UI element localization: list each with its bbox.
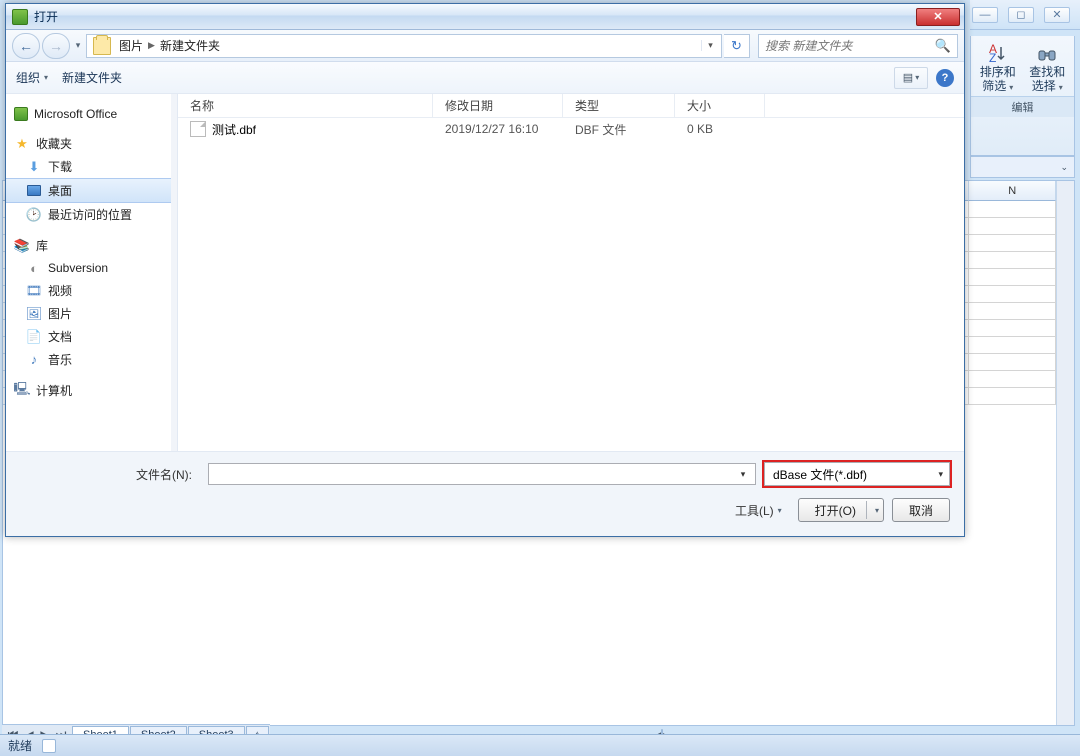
close-button[interactable]: ✕ bbox=[1044, 7, 1070, 23]
cancel-button[interactable]: 取消 bbox=[892, 498, 950, 522]
file-size: 0 KB bbox=[675, 122, 765, 136]
recent-icon: 🕑 bbox=[26, 207, 42, 223]
chevron-right-icon[interactable]: ▶ bbox=[147, 40, 156, 51]
nav-computer[interactable]: 🖳计算机 bbox=[6, 379, 177, 402]
sort-label-1: 排序和 bbox=[980, 65, 1016, 79]
minimize-button[interactable]: — bbox=[972, 7, 998, 23]
tools-button[interactable]: 工具(L) ▾ bbox=[735, 502, 782, 519]
sort-icon: AZ bbox=[986, 42, 1010, 66]
address-dropdown[interactable]: ▾ bbox=[701, 40, 719, 51]
nav-recent[interactable]: 🕑最近访问的位置 bbox=[6, 203, 177, 226]
filename-dropdown[interactable]: ▾ bbox=[735, 469, 751, 480]
ms-office-icon bbox=[14, 107, 28, 121]
col-type[interactable]: 类型 bbox=[563, 94, 675, 117]
dialog-help-icon[interactable]: ? bbox=[936, 69, 954, 87]
dialog-close-button[interactable]: ✕ bbox=[916, 8, 960, 26]
nav-documents[interactable]: 📄文档 bbox=[6, 325, 177, 348]
nav-ms-office[interactable]: Microsoft Office bbox=[6, 104, 177, 124]
breadcrumb-2[interactable]: 新建文件夹 bbox=[156, 37, 224, 54]
dialog-footer: 文件名(N): ▾ dBase 文件(*.dbf) ▾ 工具(L) ▾ 打开(O… bbox=[6, 451, 964, 536]
col-name[interactable]: 名称 bbox=[178, 94, 433, 117]
file-row[interactable]: 测试.dbf 2019/12/27 16:10 DBF 文件 0 KB bbox=[178, 118, 964, 140]
nav-videos[interactable]: 🎞视频 bbox=[6, 279, 177, 302]
video-icon: 🎞 bbox=[26, 283, 42, 299]
star-icon: ★ bbox=[14, 136, 30, 152]
dialog-titlebar[interactable]: 打开 ✕ bbox=[6, 4, 964, 30]
open-dialog: 打开 ✕ ← → ▾ 图片 ▶ 新建文件夹 ▾ ↻ 🔍 组织 ▾ 新建文件夹 ▤… bbox=[5, 3, 965, 537]
folder-icon bbox=[93, 37, 111, 55]
excel-icon bbox=[12, 9, 28, 25]
nav-downloads[interactable]: ⬇下载 bbox=[6, 155, 177, 178]
file-type: DBF 文件 bbox=[563, 121, 675, 138]
sort-filter-button[interactable]: AZ 排序和筛选 ▾ bbox=[975, 42, 1020, 94]
nav-music[interactable]: ♪音乐 bbox=[6, 348, 177, 371]
filter-text: dBase 文件(*.dbf) bbox=[773, 466, 867, 483]
file-list-header[interactable]: 名称 修改日期 类型 大小 bbox=[178, 94, 964, 118]
ribbon-group-label: 编辑 bbox=[971, 96, 1074, 117]
picture-icon: 🖼 bbox=[26, 306, 42, 322]
filename-label: 文件名(N): bbox=[20, 466, 200, 483]
file-icon bbox=[190, 121, 206, 137]
file-name: 测试.dbf bbox=[212, 121, 256, 138]
nav-back-button[interactable]: ← bbox=[12, 33, 40, 59]
restore-button[interactable]: ◻ bbox=[1008, 7, 1034, 23]
ribbon-editing-group: AZ 排序和筛选 ▾ 查找和选择 ▾ 编辑 bbox=[970, 36, 1075, 156]
status-bar: 就绪 bbox=[0, 734, 1080, 756]
dialog-title: 打开 bbox=[34, 8, 916, 25]
download-icon: ⬇ bbox=[26, 159, 42, 175]
svn-icon: ◐ bbox=[26, 260, 42, 276]
search-box[interactable]: 🔍 bbox=[758, 34, 958, 58]
address-bar[interactable]: 图片 ▶ 新建文件夹 ▾ bbox=[86, 34, 722, 58]
computer-icon: 🖳 bbox=[14, 383, 30, 399]
nav-desktop[interactable]: 桌面 bbox=[6, 178, 177, 203]
chevron-down-icon: ▾ bbox=[938, 469, 943, 480]
desktop-icon bbox=[26, 183, 42, 199]
nav-favorites[interactable]: ★收藏夹 bbox=[6, 132, 177, 155]
nav-pictures[interactable]: 🖼图片 bbox=[6, 302, 177, 325]
col-date[interactable]: 修改日期 bbox=[433, 94, 563, 117]
nav-history-dropdown[interactable]: ▾ bbox=[72, 40, 84, 51]
nav-pane-scrollbar[interactable] bbox=[171, 94, 177, 451]
music-icon: ♪ bbox=[26, 352, 42, 368]
view-mode-button[interactable]: ▤ ▾ bbox=[894, 67, 928, 89]
sort-label-2: 筛选 bbox=[982, 79, 1006, 93]
nav-libraries[interactable]: 📚库 bbox=[6, 234, 177, 257]
svg-text:Z: Z bbox=[989, 51, 996, 65]
find-label-1: 查找和 bbox=[1029, 65, 1065, 79]
open-button[interactable]: 打开(O)▾ bbox=[798, 498, 884, 522]
refresh-button[interactable]: ↻ bbox=[724, 34, 750, 58]
library-icon: 📚 bbox=[14, 238, 30, 254]
nav-forward-button[interactable]: → bbox=[42, 33, 70, 59]
document-icon: 📄 bbox=[26, 329, 42, 345]
status-text: 就绪 bbox=[8, 737, 32, 754]
vertical-scrollbar[interactable] bbox=[1056, 181, 1074, 725]
file-list-pane: 名称 修改日期 类型 大小 测试.dbf 2019/12/27 16:10 DB… bbox=[178, 94, 964, 451]
search-icon: 🔍 bbox=[935, 38, 951, 54]
breadcrumb-1[interactable]: 图片 bbox=[115, 37, 147, 54]
dialog-nav-bar: ← → ▾ 图片 ▶ 新建文件夹 ▾ ↻ 🔍 bbox=[6, 30, 964, 62]
excel-titlebar: — ◻ ✕ bbox=[970, 0, 1080, 30]
search-input[interactable] bbox=[765, 39, 935, 53]
filename-input[interactable]: ▾ bbox=[208, 463, 756, 485]
dialog-toolbar: 组织 ▾ 新建文件夹 ▤ ▾ ? bbox=[6, 62, 964, 94]
macro-record-icon[interactable] bbox=[42, 739, 56, 753]
binoculars-icon bbox=[1035, 42, 1059, 66]
col-size[interactable]: 大小 bbox=[675, 94, 765, 117]
new-folder-button[interactable]: 新建文件夹 bbox=[62, 69, 122, 86]
find-label-2: 选择 bbox=[1032, 79, 1056, 93]
formula-bar-stub: ⌄ bbox=[970, 156, 1075, 178]
find-select-button[interactable]: 查找和选择 ▾ bbox=[1025, 42, 1070, 94]
file-type-filter[interactable]: dBase 文件(*.dbf) ▾ bbox=[764, 462, 950, 486]
file-list[interactable]: 测试.dbf 2019/12/27 16:10 DBF 文件 0 KB bbox=[178, 118, 964, 451]
file-date: 2019/12/27 16:10 bbox=[433, 122, 563, 136]
nav-subversion[interactable]: ◐Subversion bbox=[6, 257, 177, 279]
nav-pane: Microsoft Office ★收藏夹 ⬇下载 桌面 🕑最近访问的位置 📚库… bbox=[6, 94, 178, 451]
organize-button[interactable]: 组织 ▾ bbox=[16, 69, 48, 86]
